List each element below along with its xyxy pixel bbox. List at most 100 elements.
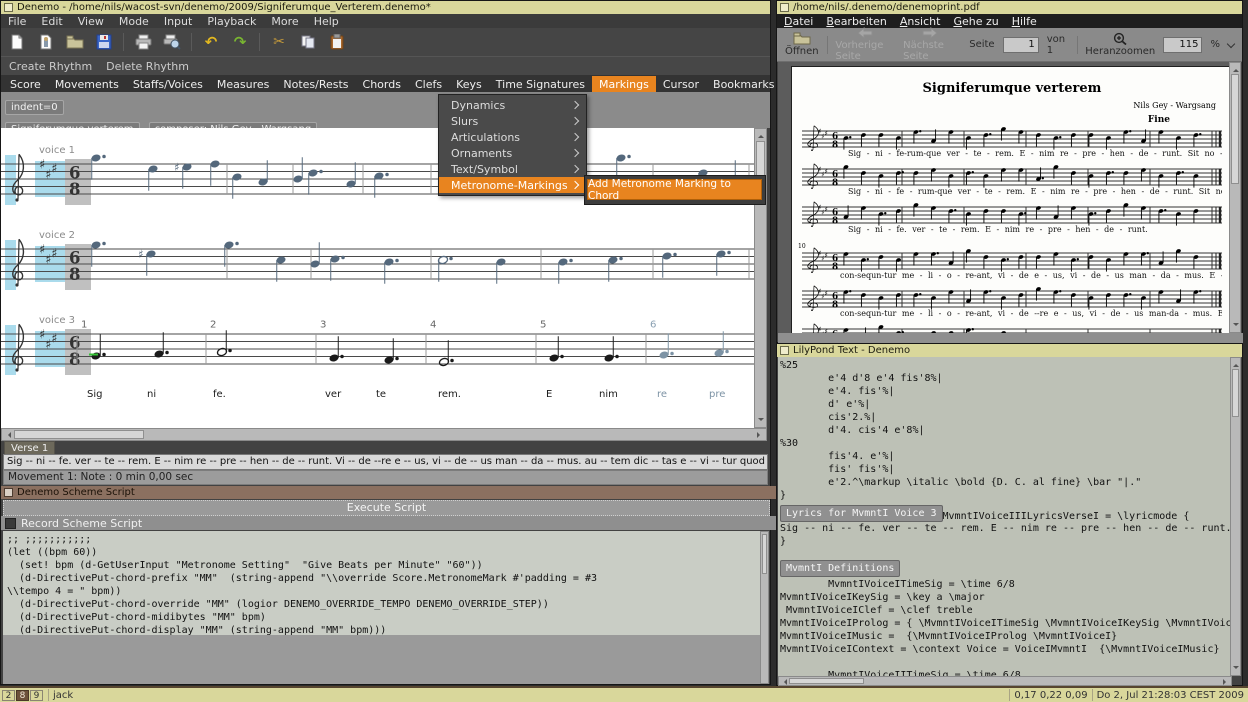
- menu-edit[interactable]: Edit: [41, 15, 62, 28]
- menu-help[interactable]: Help: [314, 15, 339, 28]
- menu-more[interactable]: More: [271, 15, 298, 28]
- lyric-syllable: nim: [599, 389, 618, 400]
- score-canvas[interactable]: voice 1 voice 2 voice 3 ♯ ♯ ♯ 6 8 ♯ ♯ ♯ ♯ 6 8 ♯ ♯ ♯…: [1, 128, 754, 428]
- menu-item-articulations[interactable]: Articulations: [439, 129, 586, 145]
- paste-icon[interactable]: [327, 32, 347, 52]
- menu-datei[interactable]: Datei: [784, 15, 813, 28]
- execute-script-button[interactable]: Execute Script: [3, 500, 770, 516]
- score-hscrollbar[interactable]: [1, 428, 767, 441]
- submenu-arrow-icon: [570, 164, 580, 174]
- next-page-button[interactable]: Nächste Seite: [903, 27, 957, 62]
- svg-text:8: 8: [832, 301, 838, 311]
- pdf-vscrollbar[interactable]: [1229, 62, 1241, 333]
- lyric-syllable: te: [376, 389, 387, 400]
- denemo-toolbar: ↶ ↷ ✂: [1, 28, 770, 56]
- menu-item-ornaments[interactable]: Ornaments: [439, 145, 586, 161]
- lyric-syllable: fe.: [213, 389, 226, 400]
- lilypond-definitions: MvmntIVoiceITimeSig = \time 6/8 MvmntIVo…: [780, 579, 1232, 676]
- menu-item-dynamics[interactable]: Dynamics: [439, 97, 586, 113]
- menu-playback[interactable]: Playback: [207, 15, 256, 28]
- pdf-title: /home/nils/.denemo/denemoprint.pdf: [793, 2, 980, 13]
- menu-view[interactable]: View: [78, 15, 104, 28]
- menu-movements[interactable]: Movements: [48, 76, 126, 93]
- menu-measures[interactable]: Measures: [210, 76, 276, 93]
- scheme-script-titlebar[interactable]: Denemo Scheme Script: [1, 486, 776, 499]
- verse-tab[interactable]: Verse 1: [4, 441, 56, 455]
- print-icon[interactable]: [133, 32, 153, 52]
- redo-icon[interactable]: ↷: [230, 32, 250, 52]
- open-button[interactable]: Öffnen: [785, 32, 819, 57]
- svg-text:1: 1: [81, 320, 87, 331]
- lilypond-vscrollbar[interactable]: [1230, 357, 1241, 676]
- svg-text:8: 8: [69, 265, 80, 284]
- menu-gehe-zu[interactable]: Gehe zu: [953, 15, 998, 28]
- print-preview-icon[interactable]: [162, 32, 182, 52]
- taskbar: 2 8 9 jack 0,17 0,22 0,09 Do 2, Jul 21:2…: [0, 686, 1248, 702]
- lyric-syllable: rem.: [438, 389, 461, 400]
- menu-hilfe[interactable]: Hilfe: [1012, 15, 1037, 28]
- menu-chords[interactable]: Chords: [356, 76, 408, 93]
- menu-input[interactable]: Input: [164, 15, 192, 28]
- pdf-titlebar[interactable]: /home/nils/.denemo/denemoprint.pdf: [777, 1, 1242, 14]
- zoom-in-button[interactable]: Heranzoomen: [1085, 32, 1155, 57]
- scheme-vscrollbar[interactable]: [760, 531, 769, 684]
- lyrics-voice3-button[interactable]: Lyrics for MvmntI Voice 3: [780, 505, 943, 522]
- menu-time-signatures[interactable]: Time Signatures: [489, 76, 592, 93]
- menu-mode[interactable]: Mode: [119, 15, 149, 28]
- toolbar-overflow-button[interactable]: [1226, 39, 1236, 50]
- menu-keys[interactable]: Keys: [449, 76, 489, 93]
- record-checkbox[interactable]: [5, 517, 16, 529]
- workspace-2[interactable]: 2: [2, 689, 15, 701]
- menu-item-text-symbol[interactable]: Text/Symbol: [439, 161, 586, 177]
- pdf-document-area[interactable]: Signiferumque verterem Nils Gey - Wargsa…: [778, 62, 1231, 333]
- menu-file[interactable]: File: [8, 15, 26, 28]
- menu-clefs[interactable]: Clefs: [408, 76, 449, 93]
- window-icon: [4, 3, 13, 12]
- menu-markings[interactable]: Markings: [591, 75, 656, 93]
- lilypond-hscrollbar[interactable]: [778, 676, 1232, 686]
- indent-button[interactable]: indent=0: [5, 100, 64, 115]
- workspace-9[interactable]: 9: [30, 689, 43, 701]
- zoom-level-input[interactable]: 115: [1163, 36, 1203, 53]
- svg-text:♯: ♯: [174, 161, 179, 174]
- menu-ansicht[interactable]: Ansicht: [900, 15, 941, 28]
- svg-text:♯: ♯: [824, 205, 827, 213]
- voice2-staff[interactable]: ♯ ♯ ♯ 6 8 ♯: [1, 226, 754, 310]
- lyrics-def-text: MvmntIVoiceIIILyricsVerseI = \lyricmode …: [942, 511, 1190, 522]
- previous-page-button[interactable]: Vorherige Seite: [835, 27, 895, 62]
- page-number-input[interactable]: 1: [1002, 36, 1039, 53]
- taskbar-app-jack[interactable]: jack: [53, 690, 73, 701]
- lilypond-titlebar[interactable]: LilyPond Text - Denemo: [777, 344, 1242, 357]
- submenu-item-add-metronome-marking[interactable]: Add Metronome Marking to Chord: [587, 178, 762, 202]
- mvmnt-definitions-button[interactable]: MvmntI Definitions: [780, 560, 901, 577]
- denemo-titlebar[interactable]: Denemo - /home/nils/wacost-svn/denemo/20…: [1, 1, 770, 14]
- menu-notes-rests[interactable]: Notes/Rests: [276, 76, 355, 93]
- voice3-label: voice 3: [39, 315, 76, 326]
- create-rhythm-button[interactable]: Create Rhythm: [9, 60, 92, 73]
- wizard-icon[interactable]: [36, 32, 56, 52]
- toolbar-separator: [259, 33, 260, 51]
- menu-bearbeiten[interactable]: Bearbeiten: [826, 15, 886, 28]
- menu-staffs-voices[interactable]: Staffs/Voices: [126, 76, 210, 93]
- copy-icon[interactable]: [298, 32, 318, 52]
- score-vscrollbar[interactable]: [754, 128, 767, 428]
- menu-item-metronome-markings[interactable]: Metronome-Markings: [439, 177, 586, 193]
- cut-icon[interactable]: ✂: [269, 32, 289, 52]
- menu-cursor[interactable]: Cursor: [656, 76, 706, 93]
- save-icon[interactable]: [94, 32, 114, 52]
- verse-text-input[interactable]: Sig -- ni -- fe. ver -- te -- rem. E -- …: [3, 454, 768, 470]
- workspace-8-active[interactable]: 8: [16, 689, 29, 701]
- open-icon[interactable]: [65, 32, 85, 52]
- voice3-staff[interactable]: ♯ ♯ ♯ 6 8 1 2 3 4 5 6: [1, 311, 754, 395]
- menu-bookmarks[interactable]: Bookmarks: [706, 76, 781, 93]
- new-icon[interactable]: [7, 32, 27, 52]
- menu-score[interactable]: Score: [3, 76, 48, 93]
- scheme-script-editor[interactable]: ;; ;;;;;;;;;;; (let ((bpm 60)) (set! bpm…: [3, 531, 768, 637]
- denemo-main-menubar: Score Movements Staffs/Voices Measures N…: [1, 75, 945, 93]
- toolbar-separator: [123, 33, 124, 51]
- undo-icon[interactable]: ↶: [201, 32, 221, 52]
- delete-rhythm-button[interactable]: Delete Rhythm: [106, 60, 189, 73]
- svg-text:5: 5: [540, 320, 546, 331]
- menu-item-slurs[interactable]: Slurs: [439, 113, 586, 129]
- lilypond-text-view[interactable]: %25 e'4 d'8 e'4 fis'8%| e'4. fis'%| d' e…: [778, 357, 1232, 676]
